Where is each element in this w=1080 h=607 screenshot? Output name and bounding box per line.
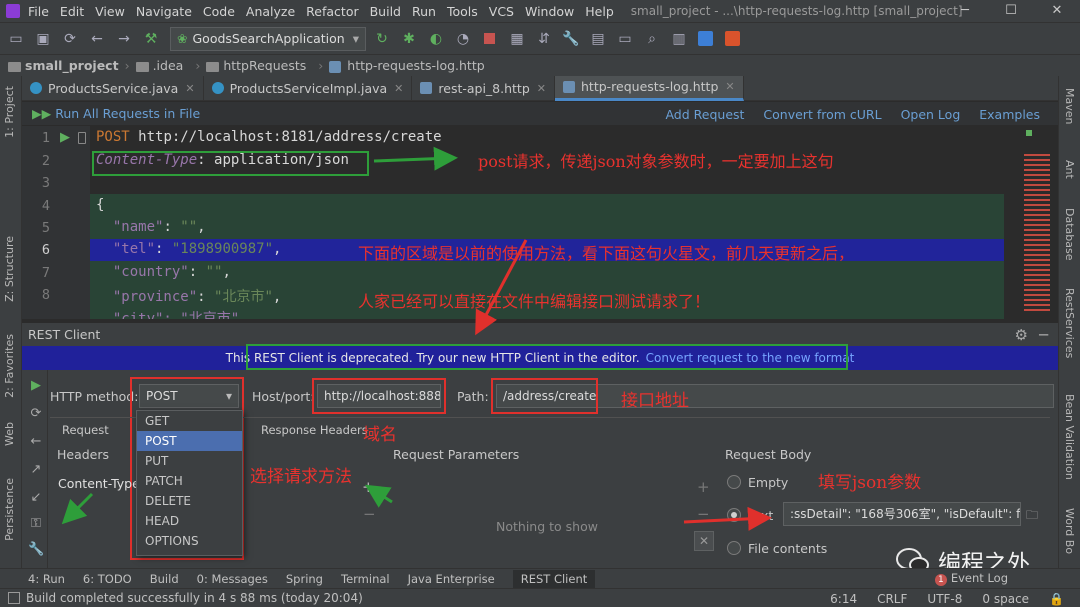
event-log-label: Event Log [950, 571, 1008, 585]
tool-windows-icon[interactable] [8, 592, 20, 604]
annotation-choose-method: 选择请求方法 [250, 467, 352, 487]
lock-icon[interactable]: 🔒 [1049, 592, 1064, 606]
line-separator[interactable]: CRLF [877, 592, 907, 606]
tool-event-log[interactable]: 1 Event Log [934, 571, 1026, 586]
tool-messages[interactable]: 0: Messages [197, 572, 268, 586]
annotation-fill-json: 填写json参数 [818, 473, 922, 493]
arrow [364, 484, 393, 508]
status-message: Build completed successfully in 4 s 88 m… [26, 591, 363, 605]
tool-run[interactable]: 4: Run [28, 572, 65, 586]
annotation-old-usage-2: 人家已经可以直接在文件中编辑接口测试请求了！ [358, 292, 711, 311]
indent-setting[interactable]: 0 space [982, 592, 1029, 606]
tool-todo[interactable]: 6: TODO [83, 572, 132, 586]
arrow [61, 492, 94, 525]
annotation-header-note: post请求，传递json对象参数时，一定要加上这句 [478, 152, 834, 171]
event-log-badge: 1 [934, 574, 947, 586]
arrow [373, 146, 458, 171]
tool-java-enterprise[interactable]: Java Enterprise [408, 572, 495, 586]
status-bar: Build completed successfully in 4 s 88 m… [0, 588, 1080, 607]
bottom-tool-bar: 4: Run 6: TODO Build 0: Messages Spring … [0, 568, 1080, 588]
tool-build[interactable]: Build [150, 572, 179, 586]
caret-position[interactable]: 6:14 [830, 592, 857, 606]
file-encoding[interactable]: UTF-8 [927, 592, 962, 606]
annotation-api-address: 接口地址 [621, 391, 689, 411]
annotation-old-usage-1: 下面的区域是以前的使用方法，看下面这句火星文，前几天更新之后， [358, 244, 855, 263]
arrow [683, 506, 772, 531]
annotation-domain: 域名 [363, 425, 397, 445]
tool-terminal[interactable]: Terminal [341, 572, 390, 586]
tool-spring[interactable]: Spring [286, 572, 323, 586]
tool-rest-client[interactable]: REST Client [512, 569, 596, 588]
